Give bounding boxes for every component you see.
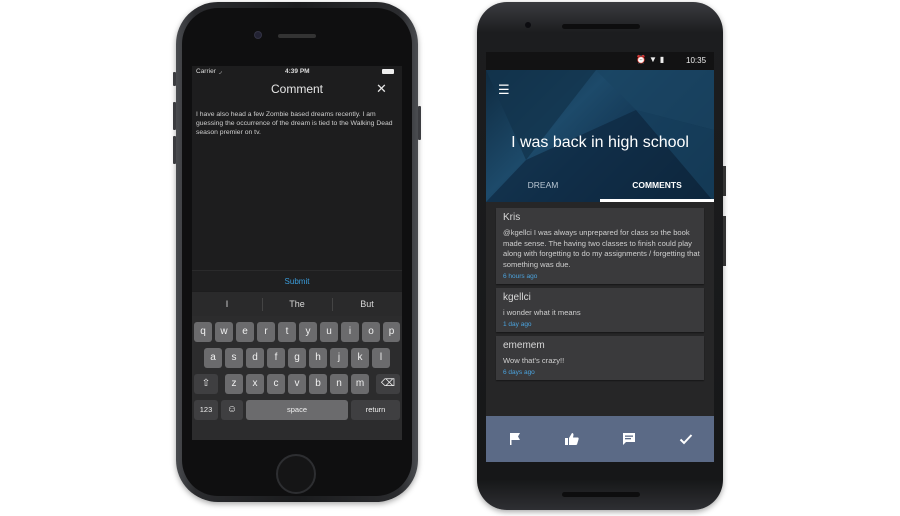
key-n[interactable]: n [330,374,348,394]
hamburger-menu-icon[interactable]: ☰ [498,82,510,98]
tab-dream[interactable]: DREAM [486,180,600,190]
keyboard-suggestions: I The But [192,292,402,316]
battery-icon [382,69,394,74]
key-q[interactable]: q [194,322,212,342]
key-j[interactable]: j [330,348,348,368]
key-o[interactable]: o [362,322,380,342]
submit-button[interactable]: Submit [192,277,402,286]
power-button [723,166,726,196]
power-button [418,106,421,140]
front-camera [255,32,261,38]
key-w[interactable]: w [215,322,233,342]
shift-icon[interactable]: ⇧ [194,374,218,394]
earpiece-speaker [278,34,316,38]
keyboard: q w e r t y u i o p a s d f g h j k l ⇧ … [192,316,402,440]
key-l[interactable]: l [372,348,390,368]
key-s[interactable]: s [225,348,243,368]
status-icons: ⏰▼▮ [636,55,668,64]
thumbs-up-icon[interactable] [564,431,580,447]
check-icon[interactable] [678,431,694,447]
mute-switch [173,72,176,86]
tab-comments[interactable]: COMMENTS [600,180,714,190]
comment-icon[interactable] [621,431,637,447]
comment-nav-bar: Comment ✕ [192,78,402,100]
comment-author: kgellci [503,292,531,303]
key-r[interactable]: r [257,322,275,342]
comment-author: ememem [503,340,545,351]
return-key[interactable]: return [351,400,400,420]
android-status-bar: ⏰▼▮ 10:35 [486,52,714,70]
key-a[interactable]: a [204,348,222,368]
android-device: ⏰▼▮ 10:35 ☰ I was back in high school DR… [477,2,726,510]
ios-status-bar: Carrier ◞ 4:39 PM [192,66,402,78]
comment-text: @kgellci I was always unprepared for cla… [503,228,700,269]
emoji-icon[interactable]: ☺ [221,400,243,420]
page-title: Comment [270,82,323,96]
flag-icon[interactable] [507,431,523,447]
key-v[interactable]: v [288,374,306,394]
numbers-key[interactable]: 123 [194,400,218,420]
comment-author: Kris [503,212,521,223]
suggestion-2[interactable]: The [262,299,332,309]
carrier-label: Carrier [196,68,216,75]
comment-time: 6 hours ago [503,273,538,280]
suggestion-1[interactable]: I [192,299,262,309]
android-screen: ⏰▼▮ 10:35 ☰ I was back in high school DR… [486,52,714,462]
dream-title: I was back in high school [511,134,689,151]
suggestion-3[interactable]: But [332,299,402,309]
key-g[interactable]: g [288,348,306,368]
key-t[interactable]: t [278,322,296,342]
status-time: 10:35 [686,56,707,65]
dream-header: ☰ I was back in high school DREAM COMMEN… [486,70,714,202]
key-i[interactable]: i [341,322,359,342]
comment-text: i wonder what it means [503,308,581,317]
key-c[interactable]: c [267,374,285,394]
comment-card[interactable]: ememem Wow that's crazy!! 6 days ago [496,336,704,380]
space-key[interactable]: space [246,400,348,420]
home-button[interactable] [276,454,316,494]
key-k[interactable]: k [351,348,369,368]
top-speaker [562,24,640,29]
comment-text: Wow that's crazy!! [503,356,565,365]
status-time: 4:39 PM [285,68,310,75]
key-h[interactable]: h [309,348,327,368]
backspace-icon[interactable]: ⌫ [376,374,400,394]
iphone-device: Carrier ◞ 4:39 PM Comment ✕ I have also … [173,2,421,502]
comment-time: 6 days ago [503,369,535,376]
bottom-action-bar [486,416,714,462]
key-f[interactable]: f [267,348,285,368]
submit-bar: Submit [192,270,402,291]
key-x[interactable]: x [246,374,264,394]
close-icon[interactable]: ✕ [376,81,387,97]
volume-down-button [173,136,176,164]
key-b[interactable]: b [309,374,327,394]
comment-card[interactable]: kgellci i wonder what it means 1 day ago [496,288,704,332]
bottom-speaker [562,492,640,497]
key-u[interactable]: u [320,322,338,342]
iphone-screen: Carrier ◞ 4:39 PM Comment ✕ I have also … [192,66,402,440]
key-p[interactable]: p [383,322,400,342]
comment-textarea[interactable]: I have also head a few Zombie based drea… [196,110,398,137]
key-e[interactable]: e [236,322,254,342]
volume-rocker [723,216,726,266]
key-y[interactable]: y [299,322,317,342]
key-z[interactable]: z [225,374,243,394]
front-camera [525,22,531,28]
active-tab-indicator [600,199,714,202]
key-d[interactable]: d [246,348,264,368]
key-m[interactable]: m [351,374,369,394]
comment-card[interactable]: Kris @kgellci I was always unprepared fo… [496,208,704,284]
comment-time: 1 day ago [503,321,532,328]
wifi-icon: ◞ [219,68,222,75]
volume-up-button [173,102,176,130]
